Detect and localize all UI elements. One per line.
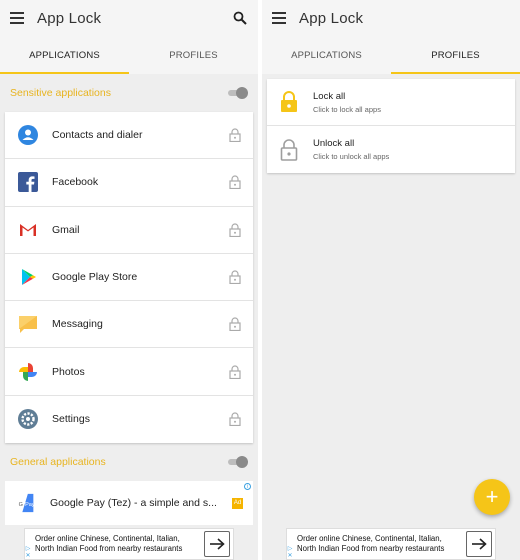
tab-bar: APPLICATIONS PROFILES: [262, 36, 520, 74]
app-title: App Lock: [37, 9, 102, 27]
app-name: Google Play Store: [52, 271, 138, 284]
gmail-icon: [17, 219, 39, 241]
ad-badge: Ad: [232, 497, 243, 509]
profile-list: Lock all Click to lock all apps Unlock a…: [267, 79, 515, 173]
general-section-header: General applications: [0, 443, 258, 481]
tab-profiles[interactable]: PROFILES: [391, 36, 520, 74]
profile-subtitle: Click to lock all apps: [313, 104, 381, 114]
banner-line-2: North Indian Food from nearby restaurant…: [35, 544, 183, 553]
app-bar: App Lock: [262, 0, 520, 36]
tab-applications[interactable]: APPLICATIONS: [0, 36, 129, 74]
lock-icon[interactable]: [229, 175, 241, 190]
app-name: Settings: [52, 413, 90, 426]
app-name: Facebook: [52, 176, 99, 189]
menu-icon[interactable]: [10, 12, 24, 24]
lock-icon[interactable]: [229, 128, 241, 143]
profile-title: Unlock all: [313, 138, 355, 149]
profile-text: Lock all Click to lock all apps: [313, 91, 381, 114]
sensitive-toggle[interactable]: [226, 87, 248, 99]
profile-title: Lock all: [313, 90, 346, 102]
screens: App Lock APPLICATIONS PROFILES Sensitive…: [0, 0, 520, 560]
ad-close-icon[interactable]: ▷ ✕: [286, 546, 294, 560]
lock-icon[interactable]: [229, 317, 241, 332]
section-title: Sensitive applications: [10, 87, 111, 99]
lock-closed-icon: [281, 91, 297, 112]
play-store-icon: [17, 266, 39, 288]
app-row-settings[interactable]: Settings: [5, 396, 253, 443]
app-row-play-store[interactable]: Google Play Store: [5, 254, 253, 302]
app-row-gmail[interactable]: Gmail: [5, 207, 253, 254]
app-row-photos[interactable]: Photos: [5, 348, 253, 396]
sensitive-app-list: Contacts and dialer Facebook Gmail Googl…: [5, 112, 253, 444]
svg-text:G: G: [19, 502, 23, 508]
google-pay-icon: G Pay: [15, 492, 37, 514]
profiles-screen: App Lock APPLICATIONS PROFILES Lock all …: [262, 0, 520, 560]
app-name: Gmail: [52, 223, 80, 236]
ad-close-icon[interactable]: ▷ ✕: [24, 546, 32, 560]
lock-icon[interactable]: [229, 223, 241, 237]
ad-banner[interactable]: Order online Chinese, Continental, Itali…: [286, 528, 496, 560]
banner-line-1: Order online Chinese, Continental, Itali…: [297, 534, 442, 543]
arrow-right-icon[interactable]: [204, 531, 230, 557]
ad-app-row[interactable]: G Pay Google Pay (Tez) - a simple and s..…: [5, 481, 253, 526]
app-row-messaging[interactable]: Messaging: [5, 301, 253, 349]
profile-text: Unlock all Click to unlock all apps: [313, 138, 389, 161]
ad-banner[interactable]: Order online Chinese, Continental, Itali…: [24, 528, 234, 560]
sensitive-section-header: Sensitive applications: [0, 74, 258, 112]
app-title: App Lock: [299, 9, 364, 27]
profile-lock-all[interactable]: Lock all Click to lock all apps: [267, 79, 515, 126]
app-name: Google Pay (Tez) - a simple and s...: [50, 497, 217, 510]
tab-applications[interactable]: APPLICATIONS: [262, 36, 391, 74]
contacts-icon: [17, 124, 39, 146]
app-name: Messaging: [52, 318, 103, 331]
app-bar: App Lock: [0, 0, 258, 36]
app-name: Photos: [52, 365, 85, 378]
profile-unlock-all[interactable]: Unlock all Click to unlock all apps: [267, 126, 515, 173]
messaging-icon: [17, 313, 39, 335]
photos-icon: [17, 361, 39, 383]
lock-open-icon: [280, 138, 298, 161]
add-profile-button[interactable]: +: [474, 479, 510, 515]
banner-text: Order online Chinese, Continental, Itali…: [287, 534, 466, 554]
banner-line-2: North Indian Food from nearby restaurant…: [297, 544, 445, 553]
lock-icon[interactable]: [229, 270, 241, 285]
app-row-facebook[interactable]: Facebook: [5, 159, 253, 207]
svg-text:Pay: Pay: [25, 502, 35, 508]
app-row-contacts[interactable]: Contacts and dialer: [5, 112, 253, 160]
menu-icon[interactable]: [272, 12, 286, 24]
banner-text: Order online Chinese, Continental, Itali…: [25, 534, 204, 554]
search-icon[interactable]: [233, 11, 247, 25]
arrow-right-icon[interactable]: [466, 531, 492, 557]
adchoices-icon[interactable]: i: [244, 483, 251, 491]
app-name: Contacts and dialer: [52, 129, 143, 142]
settings-icon: [17, 408, 39, 430]
applications-screen: App Lock APPLICATIONS PROFILES Sensitive…: [0, 0, 258, 560]
lock-icon[interactable]: [229, 412, 241, 427]
general-toggle[interactable]: [226, 456, 248, 469]
facebook-icon: [17, 171, 39, 193]
profile-subtitle: Click to unlock all apps: [313, 152, 390, 161]
section-title: General applications: [10, 456, 106, 469]
tab-profiles[interactable]: PROFILES: [129, 36, 258, 74]
lock-icon[interactable]: [229, 365, 241, 379]
banner-line-1: Order online Chinese, Continental, Itali…: [35, 534, 180, 543]
tab-bar: APPLICATIONS PROFILES: [0, 36, 258, 74]
